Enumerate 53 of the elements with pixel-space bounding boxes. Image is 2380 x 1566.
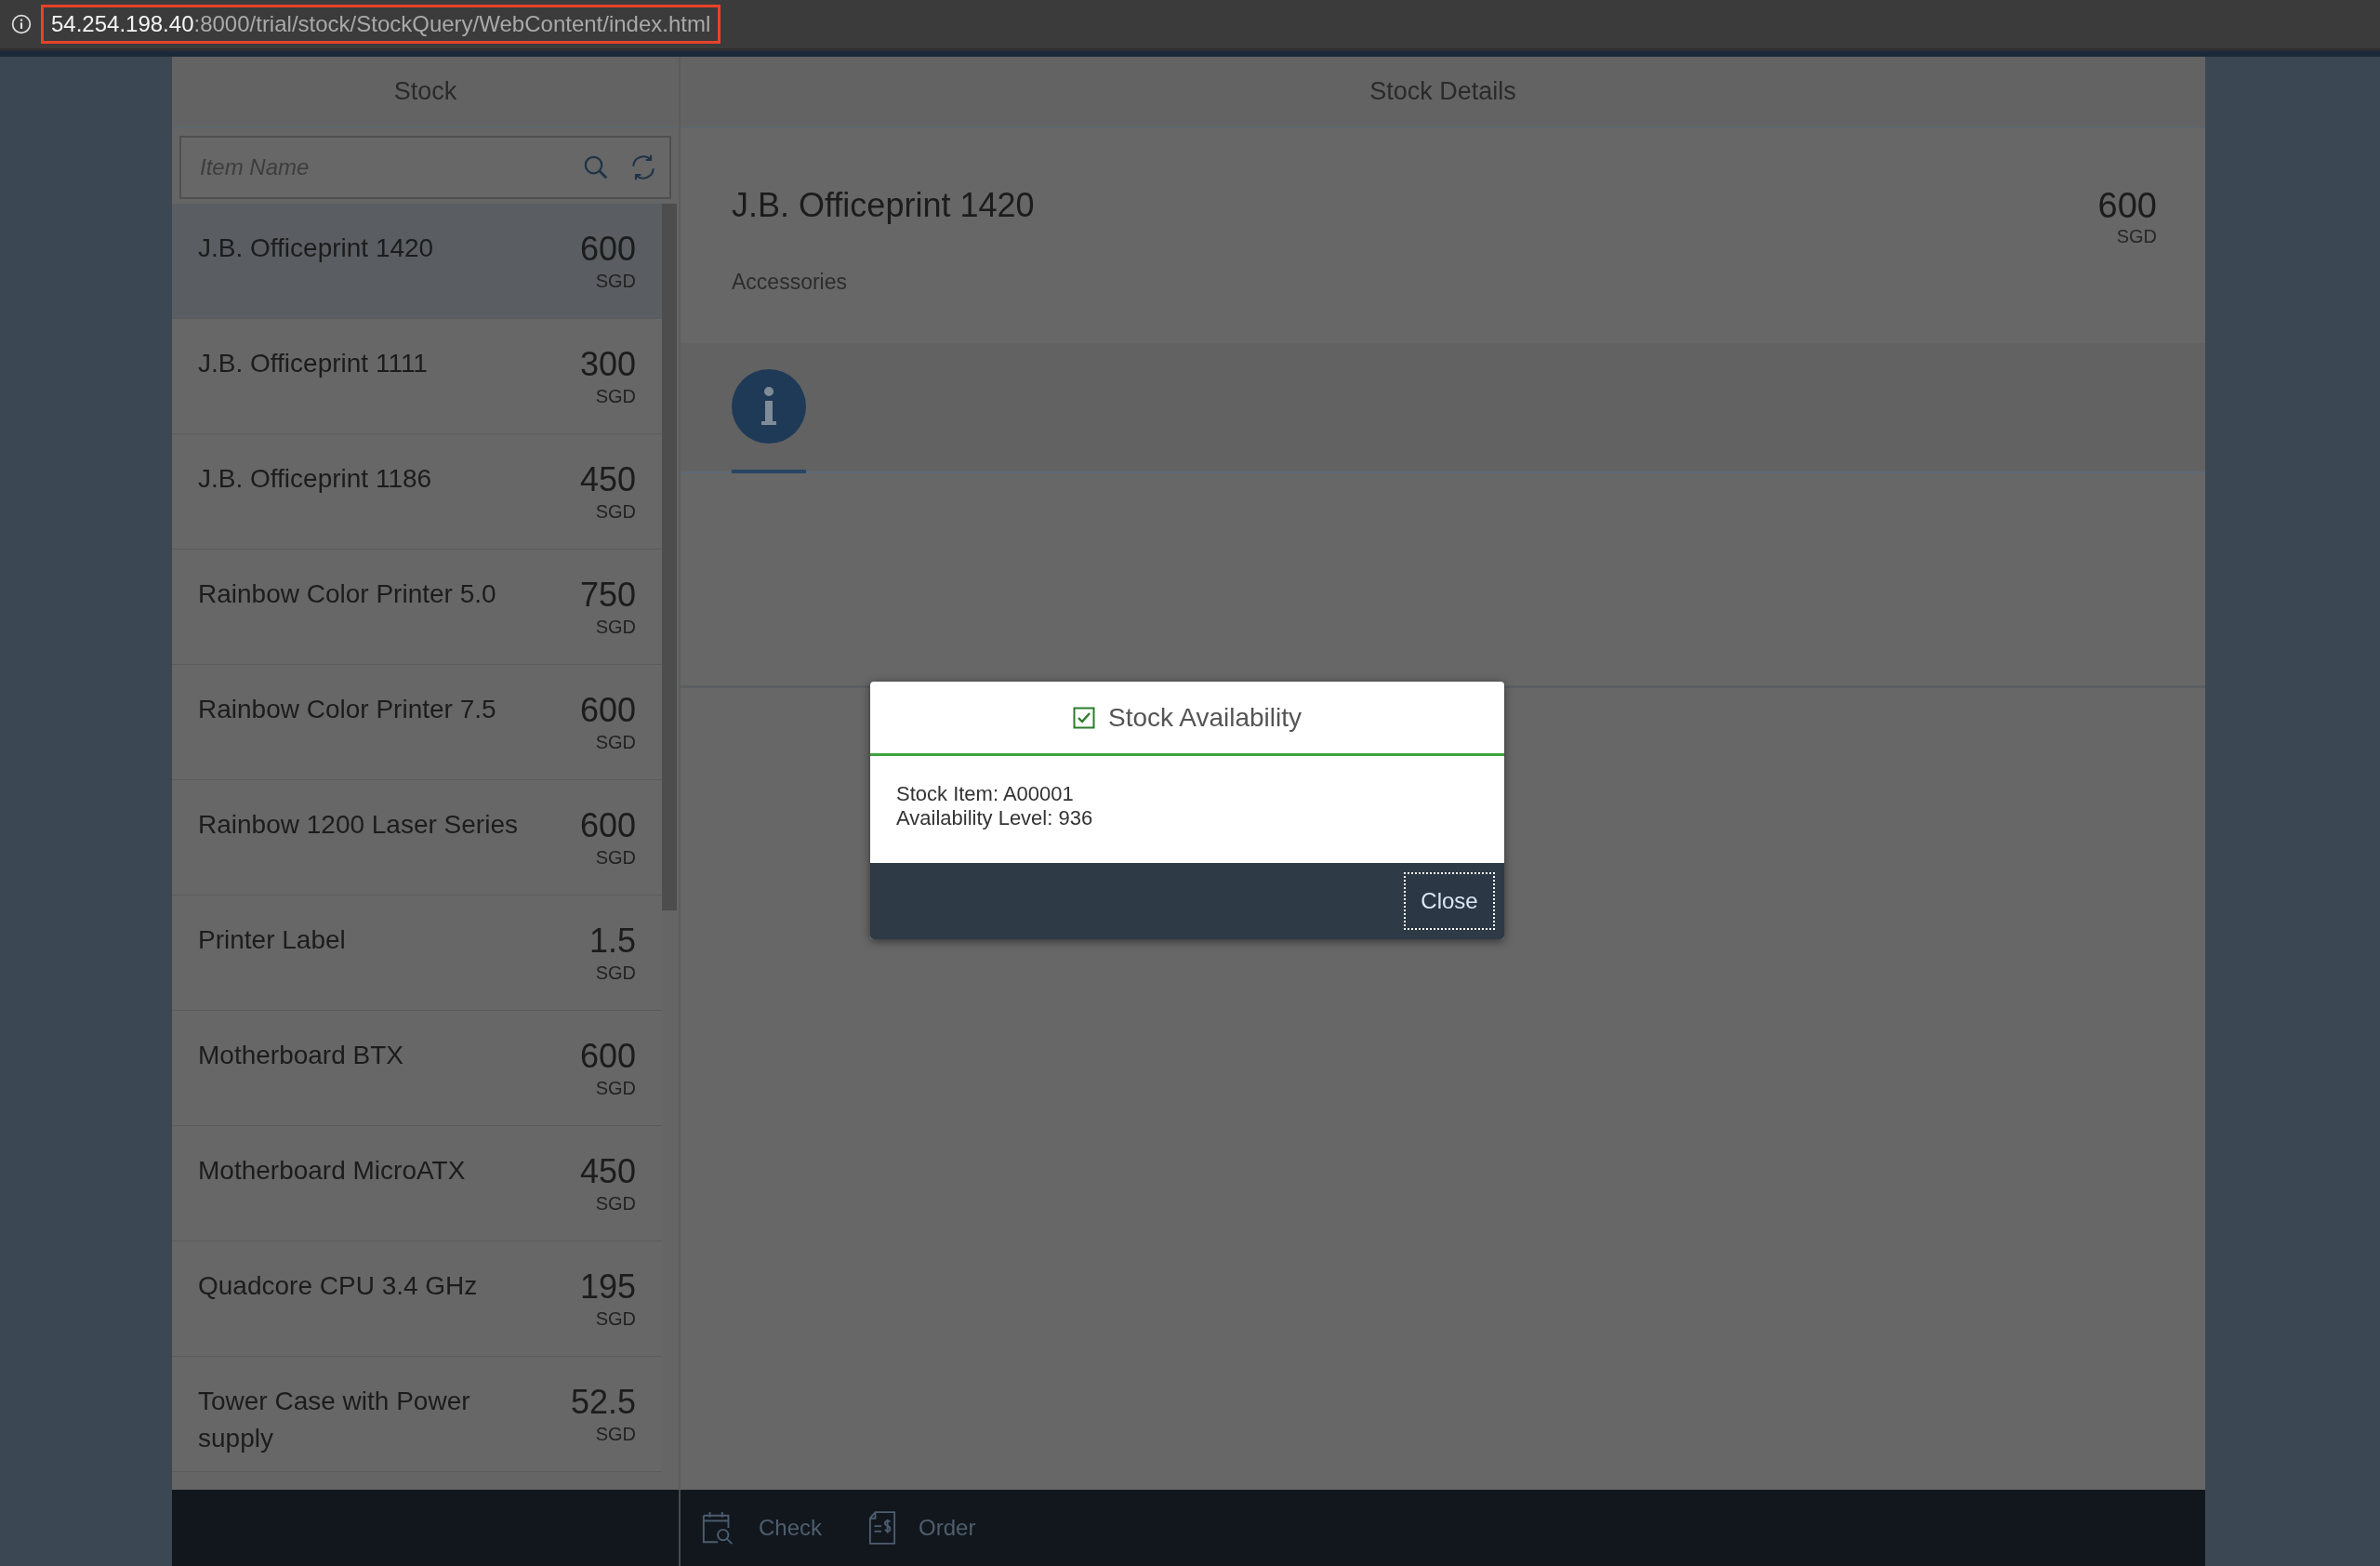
search-icon[interactable] <box>582 153 610 181</box>
item-currency: SGD <box>595 271 636 292</box>
item-price: 450 <box>579 1152 636 1191</box>
item-currency: SGD <box>595 1424 636 1445</box>
scrollbar[interactable] <box>662 204 677 910</box>
item-currency: SGD <box>595 501 636 523</box>
item-currency: SGD <box>595 1193 636 1214</box>
object-title: J.B. Officeprint 1420 <box>732 186 1035 225</box>
master-title: Stock <box>393 77 457 106</box>
order-button[interactable]: Order <box>868 1510 976 1546</box>
info-icon <box>732 369 806 444</box>
item-price: 750 <box>579 576 636 615</box>
item-name: Quadcore CPU 3.4 GHz <box>198 1270 478 1302</box>
item-price: 450 <box>579 460 636 499</box>
item-price: 600 <box>579 691 636 730</box>
detail-title: Stock Details <box>1369 77 1516 106</box>
item-name: Rainbow Color Printer 5.0 <box>198 578 496 610</box>
item-currency: SGD <box>595 962 636 984</box>
item-price: 600 <box>579 1037 636 1076</box>
check-button[interactable]: Check <box>701 1510 823 1546</box>
item-name: Motherboard BTX <box>198 1040 403 1071</box>
url-field[interactable]: 54.254.198.40:8000/trial/stock/StockQuery/WebContent/index.html <box>41 5 721 44</box>
item-name: Motherboard MicroATX <box>198 1155 466 1187</box>
item-currency: SGD <box>595 386 636 407</box>
item-name: J.B. Officeprint 1111 <box>198 348 428 379</box>
item-name: Printer Label <box>198 924 346 956</box>
dialog-text: Stock Item: A00001 <box>896 782 1075 806</box>
item-price: 600 <box>579 806 636 845</box>
item-currency: SGD <box>595 732 636 753</box>
item-currency: SGD <box>595 847 636 869</box>
dialog-text: Availability Level: 936 <box>896 806 1094 830</box>
item-currency: SGD <box>595 617 636 638</box>
item-currency: SGD <box>595 1078 636 1099</box>
object-price: 600 <box>2097 186 2157 226</box>
item-price: 52.5 <box>570 1383 636 1422</box>
item-name: J.B. Officeprint 1186 <box>198 463 432 495</box>
dialog-title: Stock Availability <box>1108 702 1302 733</box>
item-price: 600 <box>579 230 636 269</box>
item-name: Tower Case with Power supply <box>198 1386 471 1454</box>
item-price: 195 <box>579 1267 636 1307</box>
item-name: J.B. Officeprint 1420 <box>198 232 434 264</box>
stock-list-item[interactable]: J.B. Officeprint 1420 600 SGD <box>172 204 662 319</box>
info-icon[interactable] <box>11 14 32 34</box>
object-category: Accessories <box>732 270 848 295</box>
item-price: 1.5 <box>588 922 636 961</box>
item-price: 300 <box>579 345 636 384</box>
invoice-icon <box>868 1510 897 1546</box>
object-currency: SGD <box>2116 226 2157 247</box>
checkbox-icon <box>1073 706 1095 729</box>
item-currency: SGD <box>595 1308 636 1330</box>
item-name: Rainbow 1200 Laser Series <box>198 809 518 841</box>
close-button[interactable]: Close <box>1404 872 1495 930</box>
item-name: Rainbow Color Printer 7.5 <box>198 694 496 725</box>
